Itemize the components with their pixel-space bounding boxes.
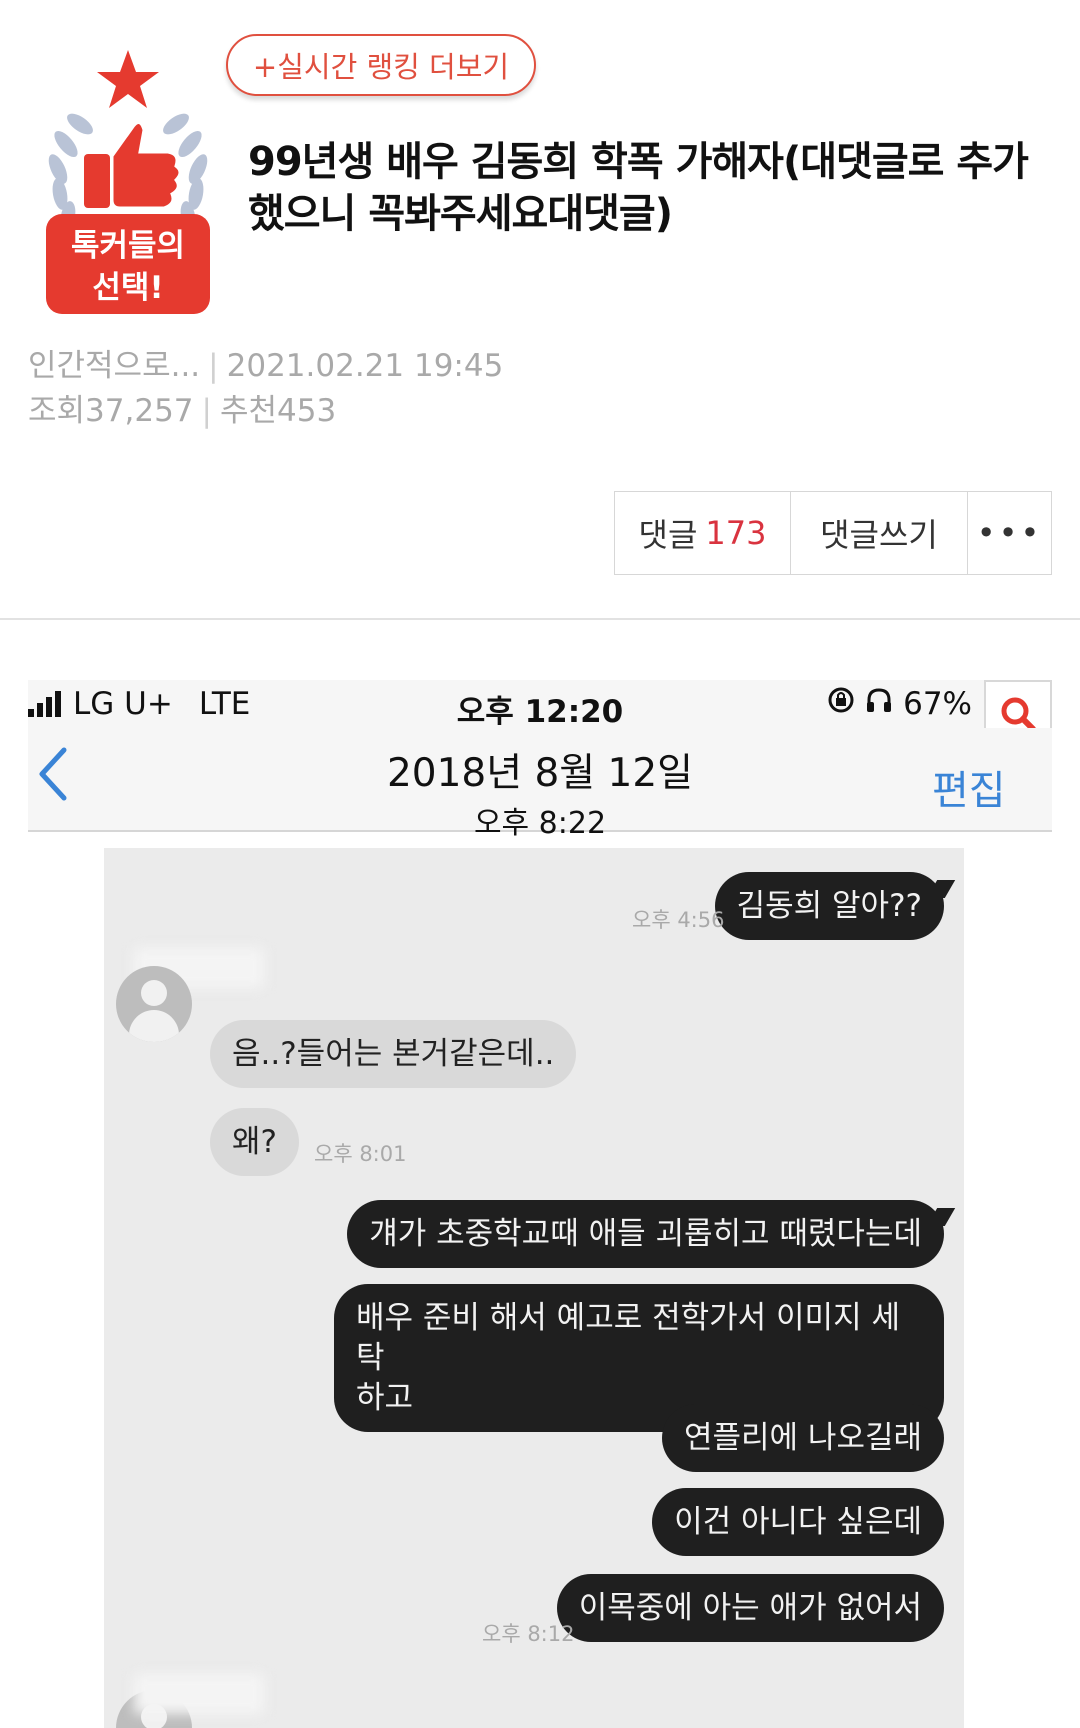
chat-screenshot-image: LG U+ LTE 오후 12:20 67% 2018년 8월 12일 오후 8… <box>28 680 1052 1728</box>
message-bubble-outgoing: 김동희 알아?? <box>714 872 944 940</box>
battery-percent: 67% <box>903 686 972 722</box>
redacted-contact-name <box>134 1674 264 1714</box>
message-bubble-outgoing: 연플리에 나오길래 <box>661 1404 944 1472</box>
conversation-date: 2018년 8월 12일 <box>386 751 694 796</box>
rotation-lock-icon <box>827 686 855 722</box>
message-bubble-outgoing: 이목중에 아는 애가 없어서 <box>556 1574 944 1642</box>
write-comment-button[interactable]: 댓글쓰기 <box>791 492 968 574</box>
realtime-ranking-button[interactable]: +실시간 랭킹 더보기 <box>226 34 536 96</box>
message-line: 배우 준비 해서 예고로 전학가서 이미지 세탁 <box>356 1300 900 1376</box>
post-recommends: 추천453 <box>219 393 337 429</box>
post-title: 99년생 배우 김동희 학폭 가해자(대댓글로 추가했으니 꼭봐주세요대댓글) <box>248 139 1029 237</box>
post-datetime: 2021.02.21 19:45 <box>226 348 504 384</box>
post-action-bar: 댓글 173 댓글쓰기 ••• <box>614 491 1052 575</box>
message-bubble-outgoing: 걔가 초중학교때 애들 괴롭히고 때렸다는데 <box>347 1200 944 1268</box>
message-timestamp: 오후 4:56 <box>632 908 725 932</box>
section-divider <box>0 618 1080 620</box>
comments-count: 173 <box>705 514 767 552</box>
chat-area: 김동희 알아?? 오후 4:56 음..?들어는 본거같은데.. 왜? 오후 8… <box>104 848 964 1728</box>
badge-line2: 선택! <box>92 270 163 306</box>
ios-nav-bar: 2018년 8월 12일 오후 8:22 편집 <box>28 728 1052 841</box>
edit-button[interactable]: 편집 <box>932 758 1006 816</box>
post-author[interactable]: 인간적으로... <box>28 348 200 384</box>
message-bubble-incoming: 음..?들어는 본거같은데.. <box>210 1020 577 1088</box>
badge-line1: 톡커들의 <box>71 228 185 264</box>
message-bubble-outgoing: 이건 아니다 싶은데 <box>652 1488 944 1556</box>
message-timestamp: 오후 8:01 <box>314 1142 407 1166</box>
post-meta-author-date: 인간적으로... | 2021.02.21 19:45 <box>28 348 504 384</box>
message-bubble-incoming: 왜? <box>210 1108 299 1176</box>
talkers-choice-badge: 톡커들의 선택! <box>28 44 228 324</box>
post-meta-stats: 조회37,257 | 추천453 <box>28 393 337 429</box>
headphones-icon <box>865 686 893 722</box>
comments-button[interactable]: 댓글 173 <box>615 492 791 574</box>
contact-avatar <box>116 966 192 1042</box>
message-timestamp: 오후 8:12 <box>482 1622 575 1646</box>
more-options-button[interactable]: ••• <box>968 492 1051 574</box>
comments-label: 댓글 <box>638 516 698 554</box>
thumbs-up-award-icon: 톡커들의 선택! <box>46 50 210 314</box>
post-views: 조회37,257 <box>28 393 194 429</box>
ios-status-bar: LG U+ LTE 오후 12:20 67% <box>28 680 1052 730</box>
conversation-time: 오후 8:22 <box>473 806 607 841</box>
